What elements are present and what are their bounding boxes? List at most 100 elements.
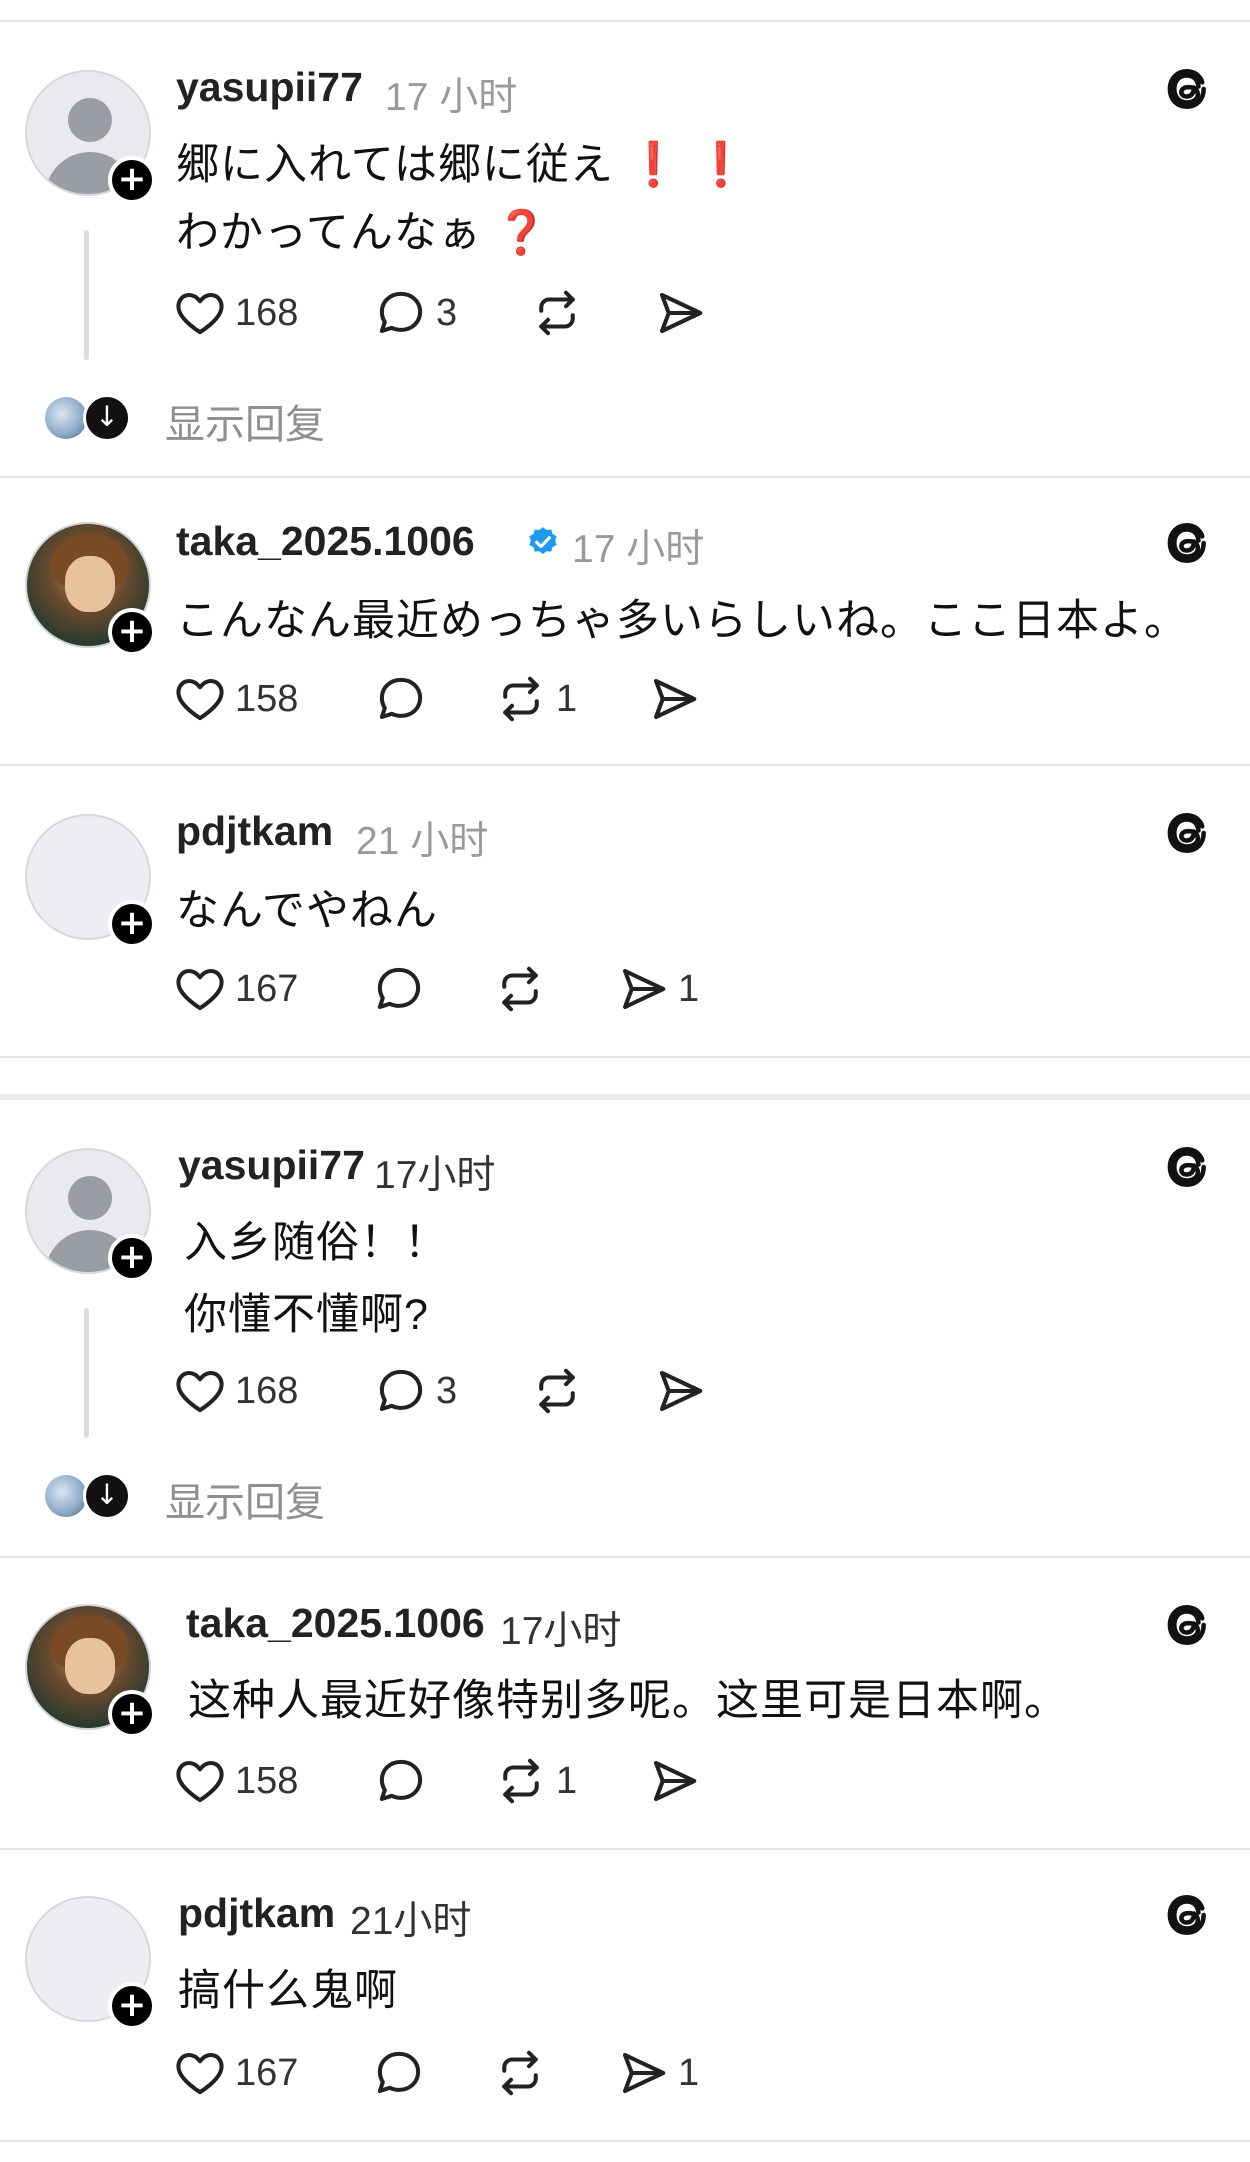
timestamp: 17小时 (500, 1610, 622, 1653)
repost-button[interactable] (530, 286, 584, 340)
heart-icon (173, 672, 227, 726)
post-text-line: わかってんなぁ ❓ (176, 209, 550, 257)
comment-bubble-icon (374, 1754, 428, 1808)
comment-button[interactable] (372, 962, 426, 1016)
share-count: 1 (678, 2051, 700, 2094)
comment-count: 3 (436, 291, 458, 334)
username[interactable]: taka_2025.1006 (176, 518, 475, 565)
username[interactable]: taka_2025.1006 (186, 1600, 485, 1647)
send-icon (616, 962, 670, 1016)
timestamp: 17小时 (374, 1154, 496, 1197)
threads-logo-icon[interactable] (1162, 1890, 1212, 1940)
arrow-down-icon: ↓ (83, 1472, 131, 1520)
post-text-line: なんでやねん (176, 887, 438, 935)
like-button[interactable]: 168 (173, 286, 298, 340)
post-text-line: こんなん最近めっちゃ多いらしいね。ここ日本よ。 (176, 597, 1188, 645)
share-button[interactable]: 1 (616, 962, 699, 1016)
timestamp: 17 小时 (385, 76, 518, 119)
repost-icon (530, 286, 584, 340)
threads-logo-icon[interactable] (1162, 808, 1212, 858)
like-count: 168 (235, 1369, 299, 1412)
heart-icon (173, 1754, 227, 1808)
comment-bubble-icon (372, 962, 426, 1016)
share-button[interactable] (653, 1364, 707, 1418)
follow-plus-icon[interactable]: + (108, 608, 156, 656)
comment-button[interactable] (372, 2046, 426, 2100)
threads-logo-icon[interactable] (1162, 1142, 1212, 1192)
post-divider (0, 476, 1250, 478)
reply-avatar (45, 1475, 87, 1517)
share-button[interactable] (647, 672, 701, 726)
share-button[interactable]: 1 (616, 2046, 699, 2100)
share-button[interactable] (653, 286, 707, 340)
comment-button[interactable]: 3 (374, 286, 457, 340)
show-replies-label[interactable]: 显示回复 (165, 392, 325, 450)
timestamp: 21 小时 (356, 820, 489, 863)
follow-plus-icon[interactable]: + (108, 900, 156, 948)
thread-line (84, 1308, 89, 1438)
post-text-line: 你懂不懂啊? (184, 1291, 429, 1339)
timestamp: 21小时 (350, 1900, 472, 1943)
repost-icon (494, 672, 548, 726)
username[interactable]: yasupii77 (176, 64, 363, 111)
send-icon (653, 1364, 707, 1418)
follow-plus-icon[interactable]: + (108, 1234, 156, 1282)
repost-icon (494, 1754, 548, 1808)
share-button[interactable] (647, 1754, 701, 1808)
comment-bubble-icon (374, 1364, 428, 1418)
like-count: 158 (235, 1759, 299, 1802)
like-count: 167 (235, 967, 299, 1010)
arrow-down-icon: ↓ (83, 394, 131, 442)
repost-button[interactable]: 1 (494, 672, 577, 726)
send-icon (647, 672, 701, 726)
username[interactable]: pdjtkam (176, 808, 333, 855)
share-count: 1 (678, 967, 700, 1010)
follow-plus-icon[interactable]: + (108, 1982, 156, 2030)
post-text-line: 郷に入れては郷に従え ❗ ❗ (176, 141, 749, 189)
repost-button[interactable] (493, 2046, 547, 2100)
username[interactable]: yasupii77 (178, 1142, 365, 1189)
post-divider (0, 1056, 1250, 1058)
threads-logo-icon[interactable] (1162, 1600, 1212, 1650)
question-emoji: ❓ (494, 209, 550, 257)
send-icon (647, 1754, 701, 1808)
repost-button[interactable]: 1 (494, 1754, 577, 1808)
post-text-line: 搞什么鬼啊 (178, 1967, 398, 2015)
heart-icon (173, 2046, 227, 2100)
reply-avatar (45, 397, 87, 439)
follow-plus-icon[interactable]: + (108, 156, 156, 204)
repost-icon (493, 2046, 547, 2100)
verified-badge-icon (526, 525, 560, 559)
comment-button[interactable] (374, 1754, 428, 1808)
show-replies-label[interactable]: 显示回复 (165, 1470, 325, 1528)
like-button[interactable]: 158 (173, 1754, 298, 1808)
comment-bubble-icon (372, 2046, 426, 2100)
like-button[interactable]: 158 (173, 672, 298, 726)
top-divider (0, 20, 1250, 22)
repost-icon (493, 962, 547, 1016)
post-divider (0, 764, 1250, 766)
post-divider (0, 1848, 1250, 1850)
heart-icon (173, 1364, 227, 1418)
repost-button[interactable] (530, 1364, 584, 1418)
like-count: 158 (235, 677, 299, 720)
post-divider (0, 1556, 1250, 1558)
like-count: 167 (235, 2051, 299, 2094)
timestamp: 17 小时 (572, 528, 705, 571)
like-button[interactable]: 167 (173, 962, 298, 1016)
threads-logo-icon[interactable] (1162, 518, 1212, 568)
repost-button[interactable] (493, 962, 547, 1016)
send-icon (653, 286, 707, 340)
comment-count: 3 (436, 1369, 458, 1412)
comment-bubble-icon (374, 286, 428, 340)
bottom-divider (0, 2140, 1250, 2142)
comment-bubble-icon (374, 672, 428, 726)
comment-button[interactable] (374, 672, 428, 726)
send-icon (616, 2046, 670, 2100)
threads-logo-icon[interactable] (1162, 64, 1212, 114)
follow-plus-icon[interactable]: + (108, 1690, 156, 1738)
comment-button[interactable]: 3 (374, 1364, 457, 1418)
like-button[interactable]: 167 (173, 2046, 298, 2100)
like-button[interactable]: 168 (173, 1364, 298, 1418)
username[interactable]: pdjtkam (178, 1890, 335, 1937)
